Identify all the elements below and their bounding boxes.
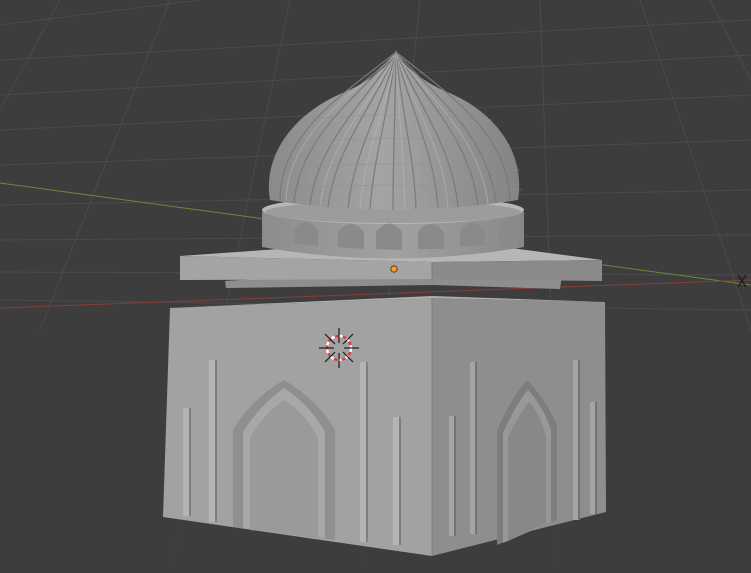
object-origin-dot-icon[interactable] [390, 265, 398, 273]
3d-viewport[interactable] [0, 0, 751, 573]
base-cube[interactable] [163, 296, 606, 556]
